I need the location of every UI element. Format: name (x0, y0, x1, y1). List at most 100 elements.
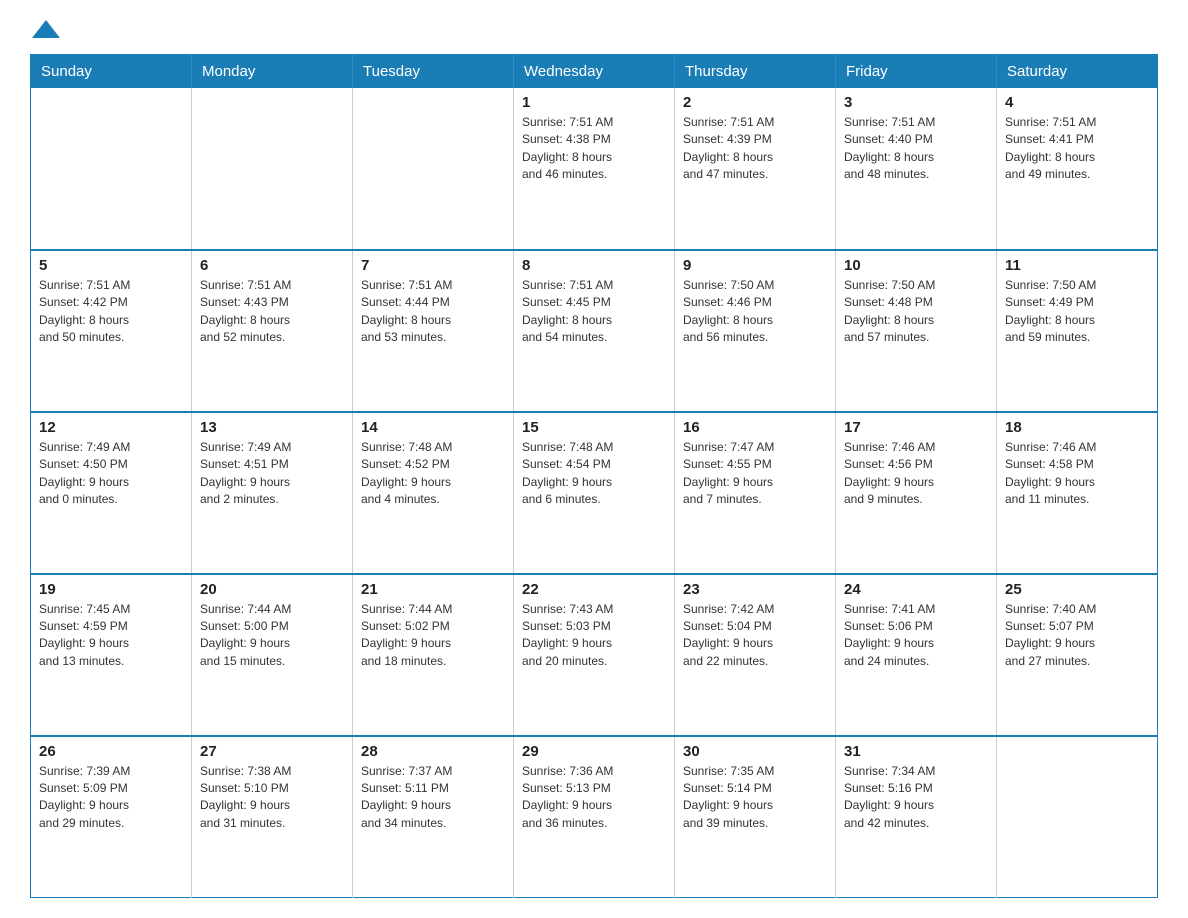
day-number: 17 (844, 419, 988, 436)
calendar-cell: 31 Sunrise: 7:34 AMSunset: 5:16 PMDayligh… (836, 736, 997, 898)
day-number: 28 (361, 743, 505, 760)
day-number: 12 (39, 419, 183, 436)
day-number: 19 (39, 581, 183, 598)
calendar-cell: 13 Sunrise: 7:49 AMSunset: 4:51 PMDayligh… (192, 412, 353, 574)
calendar-cell: 29Sunrise: 7:36 AMSunset: 5:13 PMDayligh… (514, 736, 675, 898)
day-number: 8 (522, 257, 666, 274)
calendar-cell: 4Sunrise: 7:51 AMSunset: 4:41 PMDaylight… (997, 88, 1158, 250)
day-info: Sunrise: 7:50 AMSunset: 4:49 PMDaylight:… (1005, 277, 1149, 347)
day-info: Sunrise: 7:50 AMSunset: 4:48 PMDaylight:… (844, 277, 988, 347)
day-number: 1 (522, 94, 666, 111)
calendar-cell: 5 Sunrise: 7:51 AMSunset: 4:42 PMDaylight… (31, 250, 192, 412)
day-number: 14 (361, 419, 505, 436)
day-number: 13 (200, 419, 344, 436)
day-number: 22 (522, 581, 666, 598)
day-number: 26 (39, 743, 183, 760)
day-info: Sunrise: 7:51 AMSunset: 4:43 PMDaylight:… (200, 277, 344, 347)
weekday-header-sunday: Sunday (31, 55, 192, 89)
calendar-cell: 9 Sunrise: 7:50 AMSunset: 4:46 PMDaylight… (675, 250, 836, 412)
day-info: Sunrise: 7:34 AMSunset: 5:16 PMDaylight:… (844, 763, 988, 833)
calendar-week-row: 26 Sunrise: 7:39 AMSunset: 5:09 PMDayligh… (31, 736, 1158, 898)
day-info: Sunrise: 7:39 AMSunset: 5:09 PMDaylight:… (39, 763, 183, 833)
calendar-cell: 16Sunrise: 7:47 AMSunset: 4:55 PMDayligh… (675, 412, 836, 574)
calendar-cell: 8 Sunrise: 7:51 AMSunset: 4:45 PMDaylight… (514, 250, 675, 412)
day-info: Sunrise: 7:51 AMSunset: 4:40 PMDaylight:… (844, 114, 988, 184)
calendar-cell: 26 Sunrise: 7:39 AMSunset: 5:09 PMDayligh… (31, 736, 192, 898)
weekday-header-friday: Friday (836, 55, 997, 89)
calendar-cell: 28 Sunrise: 7:37 AMSunset: 5:11 PMDayligh… (353, 736, 514, 898)
calendar-cell: 30 Sunrise: 7:35 AMSunset: 5:14 PMDayligh… (675, 736, 836, 898)
day-number: 3 (844, 94, 988, 111)
calendar-cell: 23 Sunrise: 7:42 AMSunset: 5:04 PMDayligh… (675, 574, 836, 736)
calendar-cell (31, 88, 192, 250)
logo-blue-block (32, 20, 58, 36)
day-number: 9 (683, 257, 827, 274)
day-number: 18 (1005, 419, 1149, 436)
day-info: Sunrise: 7:51 AMSunset: 4:45 PMDaylight:… (522, 277, 666, 347)
day-info: Sunrise: 7:37 AMSunset: 5:11 PMDaylight:… (361, 763, 505, 833)
calendar-week-row: 5 Sunrise: 7:51 AMSunset: 4:42 PMDaylight… (31, 250, 1158, 412)
day-info: Sunrise: 7:48 AMSunset: 4:52 PMDaylight:… (361, 439, 505, 509)
calendar-week-row: 12 Sunrise: 7:49 AMSunset: 4:50 PMDayligh… (31, 412, 1158, 574)
calendar-cell: 15Sunrise: 7:48 AMSunset: 4:54 PMDayligh… (514, 412, 675, 574)
header (30, 20, 1158, 36)
day-info: Sunrise: 7:50 AMSunset: 4:46 PMDaylight:… (683, 277, 827, 347)
calendar-cell: 25 Sunrise: 7:40 AMSunset: 5:07 PMDayligh… (997, 574, 1158, 736)
weekday-header-thursday: Thursday (675, 55, 836, 89)
calendar-week-row: 1Sunrise: 7:51 AMSunset: 4:38 PMDaylight… (31, 88, 1158, 250)
calendar-cell (997, 736, 1158, 898)
calendar-cell: 21Sunrise: 7:44 AMSunset: 5:02 PMDayligh… (353, 574, 514, 736)
day-info: Sunrise: 7:51 AMSunset: 4:42 PMDaylight:… (39, 277, 183, 347)
day-info: Sunrise: 7:43 AMSunset: 5:03 PMDaylight:… (522, 601, 666, 671)
calendar-cell: 19 Sunrise: 7:45 AMSunset: 4:59 PMDayligh… (31, 574, 192, 736)
day-number: 20 (200, 581, 344, 598)
day-info: Sunrise: 7:47 AMSunset: 4:55 PMDaylight:… (683, 439, 827, 509)
day-number: 27 (200, 743, 344, 760)
day-info: Sunrise: 7:41 AMSunset: 5:06 PMDaylight:… (844, 601, 988, 671)
weekday-header-wednesday: Wednesday (514, 55, 675, 89)
day-number: 23 (683, 581, 827, 598)
calendar-cell: 18Sunrise: 7:46 AMSunset: 4:58 PMDayligh… (997, 412, 1158, 574)
logo (30, 20, 58, 36)
logo-triangle-icon (32, 20, 60, 38)
calendar-cell: 11 Sunrise: 7:50 AMSunset: 4:49 PMDayligh… (997, 250, 1158, 412)
day-info: Sunrise: 7:35 AMSunset: 5:14 PMDaylight:… (683, 763, 827, 833)
day-number: 2 (683, 94, 827, 111)
calendar-cell: 6Sunrise: 7:51 AMSunset: 4:43 PMDaylight… (192, 250, 353, 412)
day-info: Sunrise: 7:44 AMSunset: 5:02 PMDaylight:… (361, 601, 505, 671)
calendar-cell (353, 88, 514, 250)
day-number: 4 (1005, 94, 1149, 111)
day-number: 11 (1005, 257, 1149, 274)
page: SundayMondayTuesdayWednesdayThursdayFrid… (0, 0, 1188, 918)
day-info: Sunrise: 7:51 AMSunset: 4:44 PMDaylight:… (361, 277, 505, 347)
calendar-cell: 17 Sunrise: 7:46 AMSunset: 4:56 PMDayligh… (836, 412, 997, 574)
day-info: Sunrise: 7:42 AMSunset: 5:04 PMDaylight:… (683, 601, 827, 671)
weekday-header-monday: Monday (192, 55, 353, 89)
weekday-header-tuesday: Tuesday (353, 55, 514, 89)
day-number: 30 (683, 743, 827, 760)
weekday-header-saturday: Saturday (997, 55, 1158, 89)
day-info: Sunrise: 7:38 AMSunset: 5:10 PMDaylight:… (200, 763, 344, 833)
day-info: Sunrise: 7:40 AMSunset: 5:07 PMDaylight:… (1005, 601, 1149, 671)
day-info: Sunrise: 7:46 AMSunset: 4:56 PMDaylight:… (844, 439, 988, 509)
day-number: 29 (522, 743, 666, 760)
calendar-cell: 3 Sunrise: 7:51 AMSunset: 4:40 PMDaylight… (836, 88, 997, 250)
day-info: Sunrise: 7:51 AMSunset: 4:39 PMDaylight:… (683, 114, 827, 184)
calendar-cell: 10Sunrise: 7:50 AMSunset: 4:48 PMDayligh… (836, 250, 997, 412)
calendar-cell: 14 Sunrise: 7:48 AMSunset: 4:52 PMDayligh… (353, 412, 514, 574)
day-info: Sunrise: 7:49 AMSunset: 4:50 PMDaylight:… (39, 439, 183, 509)
calendar-cell: 22 Sunrise: 7:43 AMSunset: 5:03 PMDayligh… (514, 574, 675, 736)
calendar-cell: 7Sunrise: 7:51 AMSunset: 4:44 PMDaylight… (353, 250, 514, 412)
calendar-cell: 12 Sunrise: 7:49 AMSunset: 4:50 PMDayligh… (31, 412, 192, 574)
day-number: 25 (1005, 581, 1149, 598)
day-info: Sunrise: 7:44 AMSunset: 5:00 PMDaylight:… (200, 601, 344, 671)
day-number: 5 (39, 257, 183, 274)
day-info: Sunrise: 7:48 AMSunset: 4:54 PMDaylight:… (522, 439, 666, 509)
calendar-table: SundayMondayTuesdayWednesdayThursdayFrid… (30, 54, 1158, 898)
day-number: 24 (844, 581, 988, 598)
day-number: 31 (844, 743, 988, 760)
calendar-cell: 20 Sunrise: 7:44 AMSunset: 5:00 PMDayligh… (192, 574, 353, 736)
day-info: Sunrise: 7:45 AMSunset: 4:59 PMDaylight:… (39, 601, 183, 671)
calendar-cell: 2 Sunrise: 7:51 AMSunset: 4:39 PMDaylight… (675, 88, 836, 250)
day-info: Sunrise: 7:49 AMSunset: 4:51 PMDaylight:… (200, 439, 344, 509)
